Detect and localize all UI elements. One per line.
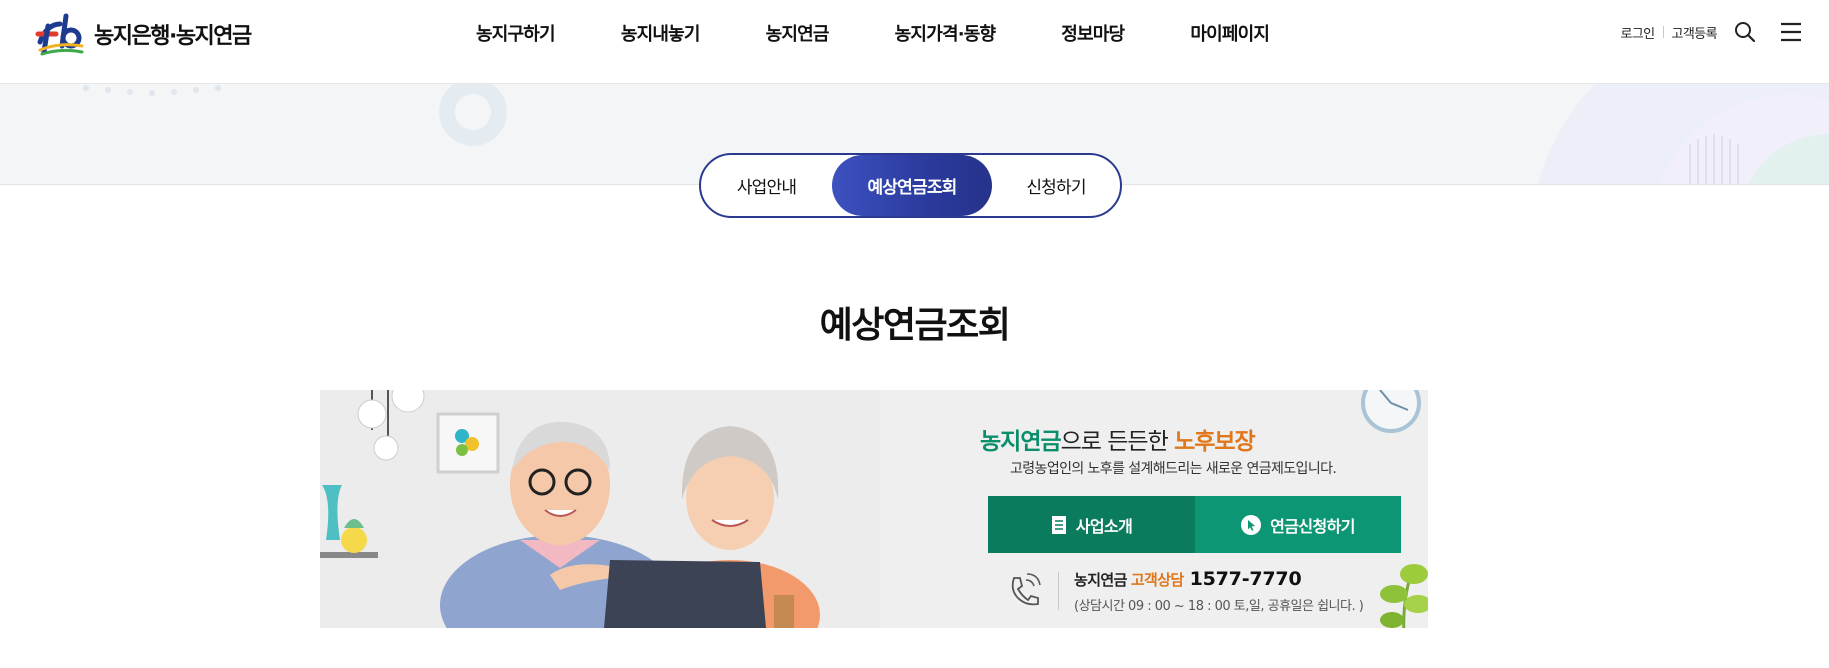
phone-number[interactable]: 1577-7770 — [1190, 568, 1302, 590]
promo-title-pension: 농지연금 — [980, 429, 1062, 455]
nav-item-find-farmland[interactable]: 농지구하기 — [476, 20, 556, 46]
tab-pension-estimate[interactable]: 예상연금조회 — [832, 155, 992, 216]
promo-title-middle: 으로 든든한 — [1060, 429, 1175, 455]
nav-item-list-farmland[interactable]: 농지내놓기 — [621, 20, 701, 46]
promo-subtitle: 고령농업인의 노후를 설계해드리는 새로운 연금제도입니다. — [1010, 461, 1337, 477]
page-title: 예상연금조회 — [819, 305, 1011, 346]
nav-item-farmland-pension[interactable]: 농지연금 — [766, 20, 830, 46]
consult-hours: (상담시간 09 : 00 ~ 18 : 00 토,일, 공휴일은 쉽니다. ) — [1074, 599, 1364, 614]
promo-title-retirement: 노후보장 — [1174, 429, 1256, 455]
pension-promo-banner: 농지연금으로 든든한 노후보장 고령농업인의 노후를 설계해드리는 새로운 연금… — [320, 390, 1428, 628]
util-divider — [1662, 26, 1664, 38]
consult-label: 농지연금 — [1074, 571, 1127, 589]
pension-apply-button[interactable]: 연금신청하기 — [1195, 496, 1401, 553]
business-intro-label: 사업소개 — [1075, 516, 1133, 536]
cursor-click-icon — [1241, 514, 1262, 535]
nav-item-info[interactable]: 정보마당 — [1061, 20, 1125, 46]
consultation-info: 농지연금 고객상담 1577-7770 (상담시간 09 : 00 ~ 18 : 0… — [1004, 568, 1424, 618]
utility-menu: 로그인 고객등록 — [1620, 14, 1803, 50]
tab-apply[interactable]: 신청하기 — [992, 155, 1120, 216]
main-nav: 농지구하기 농지내놓기 농지연금 농지가격·동향 정보마당 마이페이지 — [476, 0, 1270, 66]
elderly-couple-illustration — [320, 390, 880, 628]
pension-apply-label: 연금신청하기 — [1270, 516, 1355, 536]
register-link[interactable]: 고객등록 — [1672, 23, 1718, 42]
site-header: 농지은행·농지연금 농지구하기 농지내놓기 농지연금 농지가격·동향 정보마당 … — [0, 0, 1829, 84]
consult-divider — [1058, 572, 1059, 610]
nav-item-price-trend[interactable]: 농지가격·동향 — [895, 20, 996, 46]
consult-phone-line: 농지연금 고객상담 1577-7770 — [1074, 568, 1302, 590]
hamburger-menu-icon[interactable] — [1779, 20, 1803, 44]
promo-title: 농지연금으로 든든한 노후보장 — [980, 422, 1428, 456]
fb-logo-icon — [34, 12, 84, 56]
business-intro-button[interactable]: 사업소개 — [988, 496, 1195, 553]
section-tabs: 사업안내 예상연금조회 신청하기 — [699, 153, 1122, 218]
phone-icon — [1004, 570, 1044, 614]
login-link[interactable]: 로그인 — [1620, 23, 1655, 42]
tab-business-info[interactable]: 사업안내 — [701, 155, 832, 216]
logo-text: 농지은행·농지연금 — [94, 24, 252, 49]
site-logo[interactable]: 농지은행·농지연금 — [34, 6, 252, 62]
document-icon — [1051, 515, 1067, 535]
search-icon[interactable] — [1733, 20, 1757, 44]
consult-accent: 고객상담 — [1130, 571, 1184, 589]
nav-item-mypage[interactable]: 마이페이지 — [1190, 20, 1270, 46]
